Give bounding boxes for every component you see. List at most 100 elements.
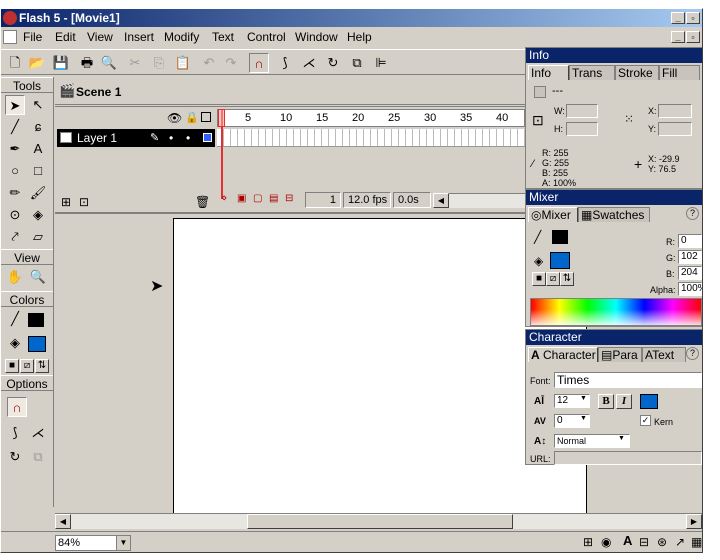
document-icon[interactable] <box>3 30 17 44</box>
open-folder-icon[interactable]: 📂 <box>27 53 47 73</box>
mixer-alpha-field[interactable]: 100% <box>678 282 702 296</box>
onion-skin-icon[interactable]: ▣ <box>237 193 246 204</box>
h-field[interactable] <box>566 122 598 136</box>
fill-color-swatch[interactable] <box>28 336 46 352</box>
frame-rate[interactable]: 12.0 fps <box>343 192 391 208</box>
cut-icon[interactable]: ✂ <box>125 53 145 73</box>
print-preview-icon[interactable]: 🔍 <box>99 53 119 73</box>
help-icon[interactable]: ? <box>686 207 699 220</box>
zoom-select[interactable]: 84% ▼ <box>55 535 131 551</box>
w-field[interactable] <box>566 104 598 118</box>
outline-icon[interactable] <box>201 112 211 122</box>
menu-insert[interactable]: Insert <box>124 29 154 45</box>
scale-icon[interactable]: ⧉ <box>347 53 367 73</box>
mixer-default-colors-icon[interactable]: ■ <box>532 272 546 286</box>
menu-window[interactable]: Window <box>295 29 338 45</box>
onion-outline-icon[interactable]: ▢ <box>253 193 262 204</box>
mixer-r-field[interactable]: 0 <box>678 234 702 248</box>
eraser-tool-icon[interactable]: ▱ <box>28 227 48 247</box>
mixer-no-color-icon[interactable]: ⧄ <box>546 272 560 286</box>
subselect-tool-icon[interactable]: ↖ <box>28 95 48 115</box>
menu-modify[interactable]: Modify <box>164 29 199 45</box>
save-icon[interactable]: 💾 <box>51 53 71 73</box>
doc-minimize-button[interactable]: _ <box>671 31 685 43</box>
timeline-hscroll-track[interactable] <box>449 193 525 208</box>
tab-trans[interactable]: Trans <box>569 65 615 80</box>
italic-button[interactable]: I <box>616 394 632 409</box>
text-tool-icon[interactable]: A <box>28 139 48 159</box>
launcher-library-icon[interactable]: ▦ <box>691 535 702 549</box>
edit-multiple-frames-icon[interactable]: ▤ <box>269 193 278 204</box>
lock-icon[interactable]: 🔒 <box>185 111 199 124</box>
show-hide-eye-icon[interactable]: 👁 <box>167 111 182 125</box>
menu-control[interactable]: Control <box>247 29 286 45</box>
text-color-swatch[interactable] <box>640 394 658 409</box>
font-field[interactable]: Times <box>554 372 702 388</box>
tab-paragraph[interactable]: ▤Para <box>598 347 642 362</box>
launcher-actions-icon[interactable]: ↗ <box>675 535 685 549</box>
outline-color-icon[interactable] <box>203 133 212 142</box>
launcher-mixer-icon[interactable]: ◉ <box>601 535 611 549</box>
redo-icon[interactable]: ↷ <box>221 53 241 73</box>
mixer-b-field[interactable]: 204 <box>678 266 702 280</box>
y-field[interactable] <box>658 122 692 136</box>
timeline-scroll-left-icon[interactable]: ◀ <box>433 193 449 208</box>
menu-edit[interactable]: Edit <box>55 29 76 45</box>
hand-tool-icon[interactable]: ✋ <box>5 267 25 287</box>
add-layer-icon[interactable]: ⊞ <box>61 195 71 209</box>
no-color-icon[interactable]: ⧄ <box>20 359 34 373</box>
rotate-icon[interactable]: ↻ <box>323 53 343 73</box>
lasso-tool-icon[interactable]: ɕ <box>28 117 48 137</box>
stroke-color-swatch[interactable] <box>28 313 44 327</box>
launcher-movie-explorer-icon[interactable]: ⊛ <box>657 535 667 549</box>
rotate-option-icon[interactable]: ↻ <box>5 447 25 467</box>
menu-text[interactable]: Text <box>212 29 234 45</box>
chevron-down-icon[interactable]: ▼ <box>618 435 625 442</box>
mixer-fill-swatch[interactable] <box>550 252 570 269</box>
playhead-marker[interactable] <box>218 109 225 127</box>
dropper-tool-icon[interactable]: ⤤ <box>5 227 25 247</box>
swap-colors-icon[interactable]: ⇅ <box>35 359 49 373</box>
tab-text-options[interactable]: AText <box>642 347 686 362</box>
oval-tool-icon[interactable]: ○ <box>5 161 25 181</box>
modify-onion-markers-icon[interactable]: ⊟ <box>285 193 293 204</box>
snap-option-icon[interactable]: ∩ <box>7 397 27 417</box>
kern-checkbox[interactable]: ✓ <box>640 415 651 426</box>
scene-label[interactable]: Scene 1 <box>76 85 121 99</box>
copy-icon[interactable]: ⎘ <box>149 53 169 73</box>
launcher-info-icon[interactable]: ⊞ <box>583 535 593 549</box>
bold-button[interactable]: B <box>598 394 614 409</box>
new-file-icon[interactable]: 🗋 <box>5 53 25 73</box>
url-field[interactable] <box>554 451 702 465</box>
visible-dot-icon[interactable]: • <box>169 129 173 147</box>
scroll-thumb[interactable] <box>247 514 513 529</box>
rectangle-tool-icon[interactable]: □ <box>28 161 48 181</box>
tab-fill[interactable]: Fill <box>659 65 700 80</box>
tab-stroke[interactable]: Stroke <box>615 65 659 80</box>
scroll-right-icon[interactable]: ▶ <box>686 514 702 529</box>
tab-swatches[interactable]: ▦Swatches <box>578 207 650 222</box>
mixer-g-field[interactable]: 102 <box>678 250 702 264</box>
x-field[interactable] <box>658 104 692 118</box>
ink-bottle-tool-icon[interactable]: ⊙ <box>5 205 25 225</box>
mixer-swap-colors-icon[interactable]: ⇅ <box>560 272 574 286</box>
tab-mixer[interactable]: ◎Mixer <box>528 207 578 222</box>
scroll-left-icon[interactable]: ◀ <box>55 514 71 529</box>
layer-name[interactable]: Layer 1 <box>77 129 117 147</box>
pen-tool-icon[interactable]: ✒ <box>5 139 25 159</box>
stage-hscroll[interactable]: ◀ ▶ <box>55 513 702 529</box>
mixer-stroke-swatch[interactable] <box>552 230 568 244</box>
menu-file[interactable]: File <box>23 29 42 45</box>
doc-restore-button[interactable]: ▫ <box>686 31 700 43</box>
center-frame-icon[interactable]: ⋄ <box>221 193 227 204</box>
layer-row[interactable]: Layer 1 ✎ • • <box>57 129 215 147</box>
minimize-button[interactable]: _ <box>671 12 685 24</box>
paste-icon[interactable]: 📋 <box>173 53 193 73</box>
undo-icon[interactable]: ↶ <box>199 53 219 73</box>
pencil-tool-icon[interactable]: ✏ <box>5 183 25 203</box>
brush-tool-icon[interactable]: 🖌 <box>28 183 48 203</box>
straighten-icon[interactable]: ⋌ <box>299 53 319 73</box>
color-spectrum[interactable] <box>530 298 702 326</box>
restore-button[interactable]: ▫ <box>686 12 700 24</box>
launcher-character-icon[interactable]: A <box>623 533 632 548</box>
